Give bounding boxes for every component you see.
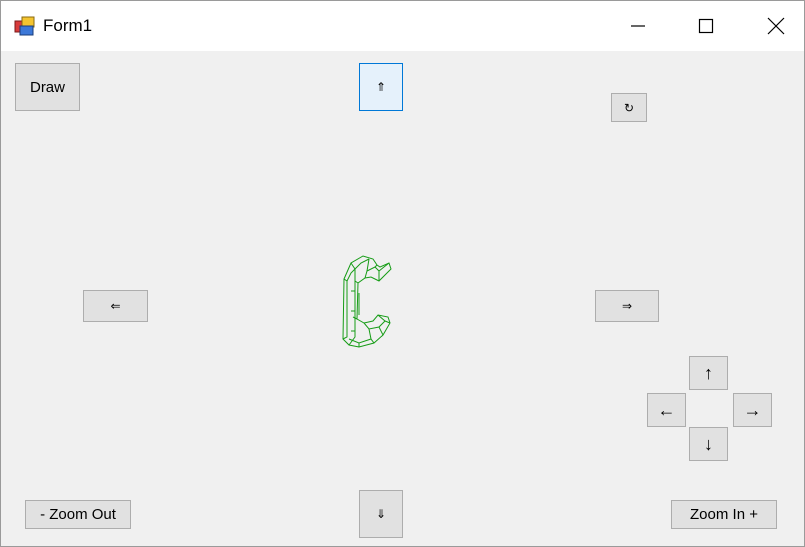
double-left-arrow-icon: ⇐: [110, 299, 121, 313]
main-window: Form1 Draw ⇑ ↻ ⇐ ⇒ ↑ ← → ↓ - Zoom Out ⇓ …: [0, 0, 805, 547]
wireframe-c-shape: [342, 255, 392, 348]
form-client-area: Draw ⇑ ↻ ⇐ ⇒ ↑ ← → ↓ - Zoom Out ⇓ Zoom I: [1, 51, 804, 546]
double-down-arrow-icon: ⇓: [375, 507, 387, 521]
close-button[interactable]: [748, 1, 804, 51]
title-bar[interactable]: Form1: [1, 1, 804, 51]
draw-button[interactable]: Draw: [15, 63, 80, 111]
move-up-button[interactable]: ⇑: [359, 63, 403, 111]
double-up-arrow-icon: ⇑: [375, 80, 387, 94]
move-down-button[interactable]: ⇓: [359, 490, 403, 538]
maximize-icon: [698, 18, 714, 34]
zoom-in-button[interactable]: Zoom In +: [671, 500, 777, 529]
move-left-button[interactable]: ⇐: [83, 290, 148, 322]
up-arrow-icon: ↑: [704, 363, 713, 383]
minimize-icon: [631, 25, 645, 27]
down-arrow-icon: ↓: [704, 434, 713, 454]
maximize-button[interactable]: [678, 1, 734, 51]
move-right-button[interactable]: ⇒: [595, 290, 659, 322]
rotate-icon: ↻: [623, 100, 635, 115]
rotate-down-button[interactable]: ↓: [689, 427, 728, 461]
minimize-button[interactable]: [610, 1, 666, 51]
close-icon: [767, 17, 785, 35]
double-right-arrow-icon: ⇒: [621, 299, 633, 313]
form-app-icon: [14, 16, 35, 36]
rotate-button[interactable]: ↻: [611, 93, 647, 122]
zoom-out-button[interactable]: - Zoom Out: [25, 500, 131, 529]
right-arrow-icon: →: [743, 400, 762, 420]
rotate-up-button[interactable]: ↑: [689, 356, 728, 390]
left-arrow-icon: ←: [657, 400, 676, 420]
rotate-left-button[interactable]: ←: [647, 393, 686, 427]
window-title: Form1: [43, 16, 93, 35]
rotate-right-button[interactable]: →: [733, 393, 772, 427]
